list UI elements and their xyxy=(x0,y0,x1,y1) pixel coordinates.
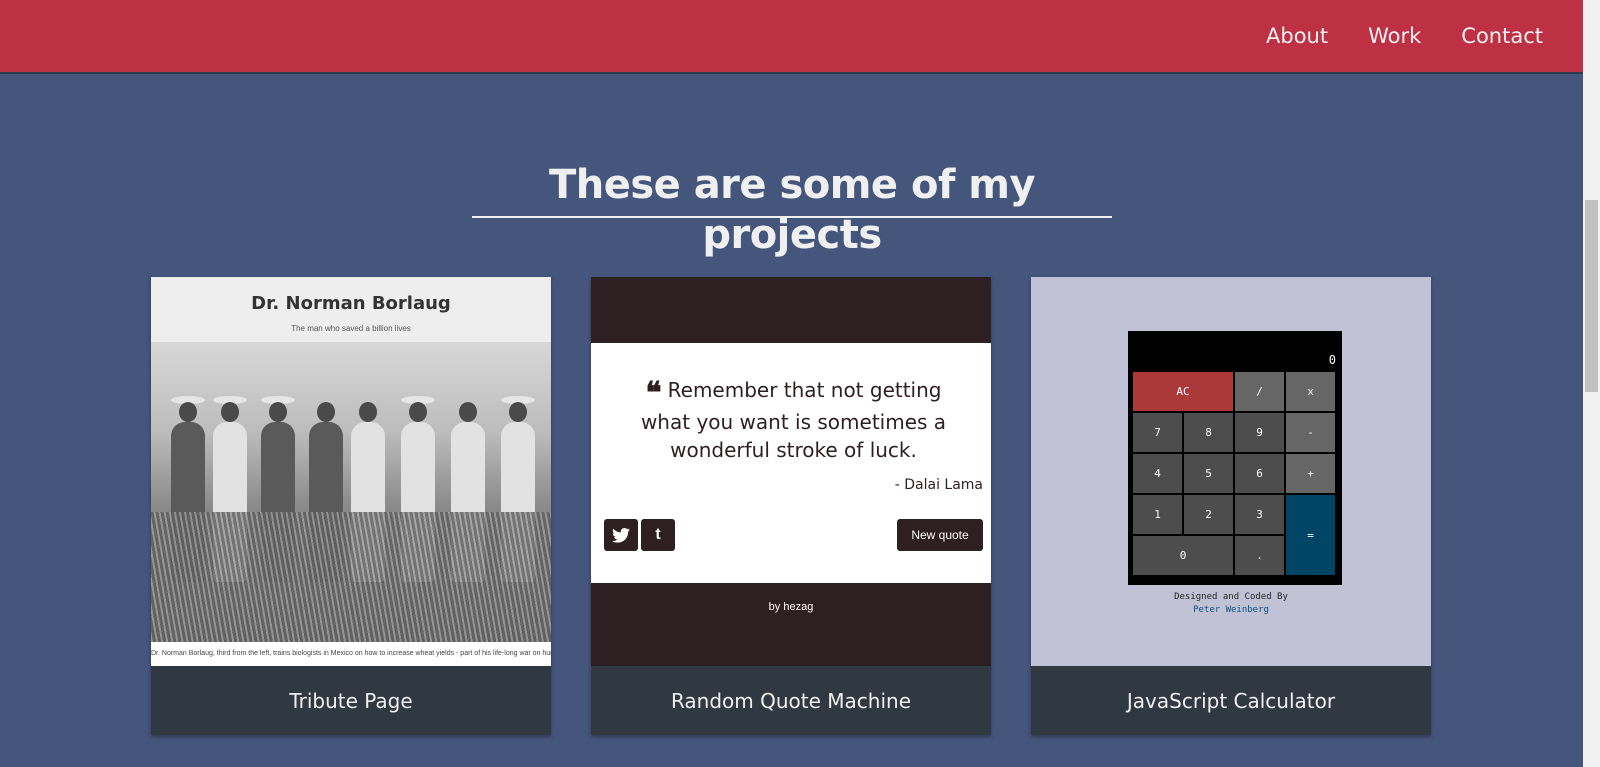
calc-key-ac[interactable]: AC xyxy=(1132,371,1234,412)
calc-key-8[interactable]: 8 xyxy=(1183,412,1234,453)
project-title: Random Quote Machine xyxy=(670,688,912,713)
calculator-credit-line: Designed and Coded By xyxy=(1174,592,1288,602)
quote-box: ❝ Remember that not getting what you want… xyxy=(591,343,991,583)
project-thumbnail: 0 AC / x 7 8 9 - 4 5 6 + 1 2 3 = 0 . Des… xyxy=(1031,277,1431,666)
calc-key-subtract[interactable]: - xyxy=(1285,412,1336,453)
calculator-credit: Designed and Coded By Peter Weinberg xyxy=(1031,591,1431,617)
quote-text-wrap: ❝ Remember that not getting what you want… xyxy=(621,376,966,464)
tumblr-icon[interactable]: t xyxy=(641,519,675,551)
scrollbar-thumb[interactable] xyxy=(1585,200,1598,392)
calc-key-multiply[interactable]: x xyxy=(1285,371,1336,412)
project-thumbnail: Dr. Norman Borlaug The man who saved a b… xyxy=(151,277,551,666)
calc-key-9[interactable]: 9 xyxy=(1234,412,1285,453)
calc-key-decimal[interactable]: . xyxy=(1234,535,1285,576)
calc-key-2[interactable]: 2 xyxy=(1183,494,1234,535)
quote-text: Remember that not getting what you want … xyxy=(640,378,947,462)
calc-key-add[interactable]: + xyxy=(1285,453,1336,494)
calc-key-equals[interactable]: = xyxy=(1285,494,1336,576)
nav-link-contact[interactable]: Contact xyxy=(1461,24,1543,48)
calc-key-3[interactable]: 3 xyxy=(1234,494,1285,535)
calc-key-0[interactable]: 0 xyxy=(1132,535,1234,576)
quote-credit: by hezag xyxy=(768,601,814,613)
project-title: JavaScript Calculator xyxy=(1126,688,1336,713)
project-title: Tribute Page xyxy=(289,688,413,713)
calc-key-divide[interactable]: / xyxy=(1234,371,1285,412)
calc-key-5[interactable]: 5 xyxy=(1183,453,1234,494)
nav-link-about[interactable]: About xyxy=(1266,24,1328,48)
calculator-credit-name[interactable]: Peter Weinberg xyxy=(1031,604,1431,617)
calc-key-4[interactable]: 4 xyxy=(1132,453,1183,494)
calculator: 0 AC / x 7 8 9 - 4 5 6 + 1 2 3 = 0 . xyxy=(1128,331,1342,585)
calc-key-7[interactable]: 7 xyxy=(1132,412,1183,453)
new-quote-button[interactable]: New quote xyxy=(897,519,983,551)
nav-link-work[interactable]: Work xyxy=(1368,24,1421,48)
calculator-display: 0 xyxy=(1328,353,1336,367)
tribute-caption: Dr. Norman Borlaug, third from the left,… xyxy=(151,642,551,666)
tribute-title: Dr. Norman Borlaug xyxy=(251,293,451,314)
project-card-tribute[interactable]: Dr. Norman Borlaug The man who saved a b… xyxy=(151,277,551,735)
twitter-icon[interactable] xyxy=(604,519,638,551)
tribute-header: Dr. Norman Borlaug The man who saved a b… xyxy=(151,277,551,342)
quote-icon: ❝ xyxy=(645,376,662,411)
project-card-calculator[interactable]: 0 AC / x 7 8 9 - 4 5 6 + 1 2 3 = 0 . Des… xyxy=(1031,277,1431,735)
calc-key-6[interactable]: 6 xyxy=(1234,453,1285,494)
scrollbar[interactable] xyxy=(1583,0,1600,767)
project-card-quote-machine[interactable]: ❝ Remember that not getting what you want… xyxy=(591,277,991,735)
calc-key-1[interactable]: 1 xyxy=(1132,494,1183,535)
tribute-subtitle: The man who saved a billion lives xyxy=(291,324,411,333)
section-heading: These are some of my projects xyxy=(472,160,1112,258)
project-thumbnail: ❝ Remember that not getting what you want… xyxy=(591,277,991,666)
quote-author: - Dalai Lama xyxy=(894,477,983,493)
top-nav: About Work Contact xyxy=(0,0,1583,72)
photo-wheat-field xyxy=(151,512,551,642)
tribute-photo xyxy=(151,342,551,642)
